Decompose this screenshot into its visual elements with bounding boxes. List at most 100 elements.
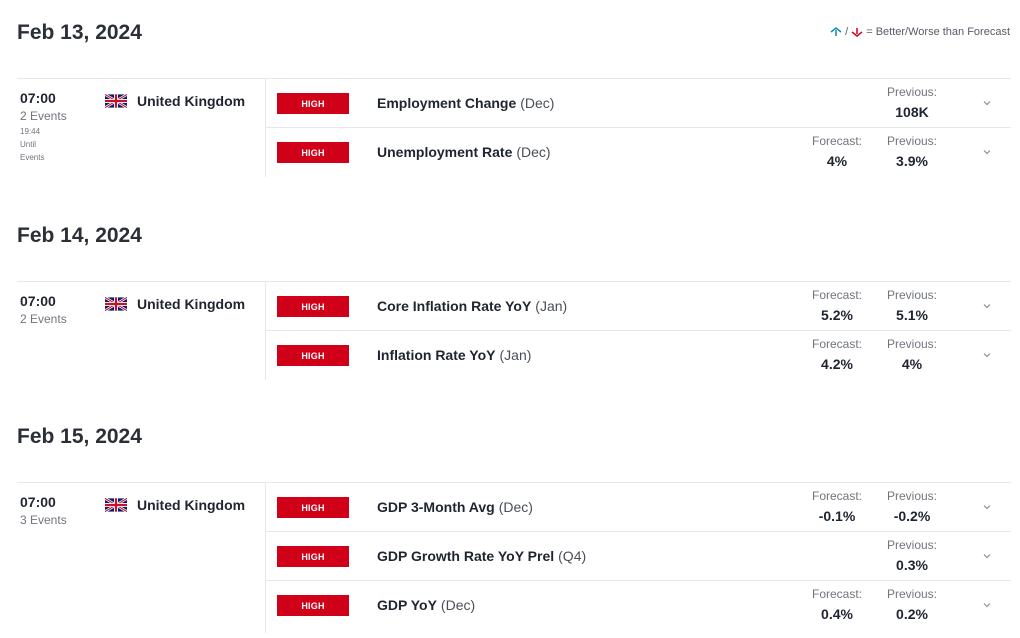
event-group: 07:00 3 Events United Kingdom HIGH GDP 3… (17, 482, 1011, 633)
time-column: 07:00 2 Events (20, 282, 100, 326)
event-period: (Jan) (499, 347, 532, 363)
forecast-legend: / = Better/Worse than Forecast (830, 26, 1010, 38)
event-group: 07:00 2 Events United Kingdom HIGH Core … (17, 281, 1011, 380)
event-title[interactable]: GDP 3-Month Avg (Dec) (377, 499, 533, 515)
forecast-value: Forecast: -0.1% (802, 489, 872, 524)
uk-flag-icon (105, 94, 127, 108)
uk-flag-icon (105, 297, 127, 311)
chevron-down-icon[interactable] (982, 350, 992, 360)
event-title[interactable]: GDP Growth Rate YoY Prel (Q4) (377, 548, 586, 564)
event-title[interactable]: Inflation Rate YoY (Jan) (377, 347, 531, 363)
time-column: 07:00 2 Events 19:44 Until Events (20, 79, 100, 164)
event-row[interactable]: HIGH Inflation Rate YoY (Jan) Forecast: 4.… (266, 331, 1011, 380)
event-title[interactable]: Employment Change (Dec) (377, 95, 554, 111)
forecast-value: Forecast: 5.2% (802, 288, 872, 323)
previous-number: 0.3% (896, 557, 928, 573)
event-name: Inflation Rate YoY (377, 347, 496, 363)
event-period: (Dec) (498, 499, 533, 515)
forecast-number: 4.2% (821, 356, 853, 372)
previous-number: 4% (901, 356, 923, 372)
priority-badge: HIGH (277, 595, 349, 616)
priority-badge: HIGH (277, 497, 349, 518)
until-label: Until (20, 140, 37, 149)
event-row[interactable]: HIGH GDP 3-Month Avg (Dec) Forecast: -0.1%… (266, 483, 1011, 532)
chevron-down-icon[interactable] (982, 98, 992, 108)
chevron-down-icon[interactable] (982, 301, 992, 311)
event-time: 07:00 (20, 90, 56, 106)
forecast-value: Forecast: 4.2% (802, 337, 872, 372)
country: United Kingdom (105, 497, 245, 513)
event-name: Unemployment Rate (377, 144, 513, 160)
priority-badge: HIGH (277, 93, 349, 114)
event-row[interactable]: HIGH GDP Growth Rate YoY Prel (Q4) Previo… (266, 532, 1011, 581)
better-arrow-icon (830, 27, 842, 36)
day-date-heading: Feb 14, 2024 (17, 224, 142, 247)
event-name: GDP Growth Rate YoY Prel (377, 548, 555, 564)
day-date-heading: Feb 15, 2024 (17, 425, 142, 448)
previous-value: Previous: -0.2% (877, 489, 947, 524)
previous-label: Previous: (886, 489, 938, 503)
previous-label: Previous: (886, 538, 938, 552)
country: United Kingdom (105, 93, 245, 109)
country-name: United Kingdom (137, 93, 246, 109)
uk-flag-icon (105, 498, 127, 512)
event-period: (Dec) (440, 597, 476, 613)
chevron-down-icon[interactable] (982, 502, 992, 512)
event-title[interactable]: Unemployment Rate (Dec) (377, 144, 551, 160)
day-date-heading: Feb 13, 2024 (17, 21, 142, 44)
forecast-number: -0.1% (818, 508, 856, 524)
event-title[interactable]: Core Inflation Rate YoY (Jan) (377, 298, 567, 314)
event-name: GDP YoY (377, 597, 437, 613)
chevron-down-icon[interactable] (982, 147, 992, 157)
event-name: GDP 3-Month Avg (377, 499, 495, 515)
event-period: (Jan) (535, 298, 568, 314)
until-suffix: Events (20, 153, 45, 162)
events-count: 2 Events (20, 109, 67, 123)
previous-label: Previous: (886, 85, 938, 99)
forecast-label: Forecast: (811, 288, 862, 302)
chevron-down-icon[interactable] (982, 600, 992, 610)
event-period: (Q4) (558, 548, 587, 564)
event-group: 07:00 2 Events 19:44 Until Events United… (17, 78, 1011, 177)
until-time: 19:44 (20, 127, 41, 136)
event-row[interactable]: HIGH Core Inflation Rate YoY (Jan) Foreca… (266, 282, 1011, 331)
forecast-value: Forecast: 4% (802, 134, 872, 169)
previous-value: Previous: 0.3% (877, 538, 947, 573)
previous-label: Previous: (886, 288, 938, 302)
forecast-label: Forecast: (811, 489, 862, 503)
priority-badge: HIGH (277, 296, 349, 317)
event-name: Employment Change (377, 95, 517, 111)
time-column: 07:00 3 Events (20, 483, 100, 527)
forecast-label: Forecast: (811, 337, 862, 351)
country-name: United Kingdom (137, 497, 246, 513)
priority-badge: HIGH (277, 142, 349, 163)
chevron-down-icon[interactable] (982, 551, 992, 561)
priority-badge: HIGH (277, 546, 349, 567)
event-row[interactable]: HIGH Employment Change (Dec) Previous: 108… (266, 79, 1011, 128)
previous-label: Previous: (886, 134, 938, 148)
event-period: (Dec) (520, 95, 555, 111)
country: United Kingdom (105, 296, 245, 312)
forecast-label: Forecast: (811, 134, 862, 148)
event-period: (Dec) (516, 144, 551, 160)
priority-badge: HIGH (277, 345, 349, 366)
event-time: 07:00 (20, 494, 56, 510)
legend-slash: / (845, 26, 849, 38)
legend-text: = Better/Worse than Forecast (866, 26, 1010, 38)
forecast-number: 5.2% (821, 307, 853, 323)
previous-number: 5.1% (896, 307, 928, 323)
worse-arrow-icon (851, 28, 863, 37)
previous-value: Previous: 3.9% (877, 134, 947, 169)
forecast-number: 0.4% (821, 606, 853, 622)
previous-label: Previous: (886, 337, 938, 351)
event-row[interactable]: HIGH GDP YoY (Dec) Forecast: 0.4% Previous… (266, 581, 1011, 630)
previous-number: 0.2% (896, 606, 928, 622)
events-count: 3 Events (20, 513, 67, 527)
event-name: Core Inflation Rate YoY (377, 298, 532, 314)
event-row[interactable]: HIGH Unemployment Rate (Dec) Forecast: 4% … (266, 128, 1011, 177)
event-title[interactable]: GDP YoY (Dec) (377, 597, 475, 613)
previous-value: Previous: 5.1% (877, 288, 947, 323)
previous-number: 3.9% (896, 153, 928, 169)
forecast-label: Forecast: (811, 587, 862, 601)
country-name: United Kingdom (137, 296, 246, 312)
